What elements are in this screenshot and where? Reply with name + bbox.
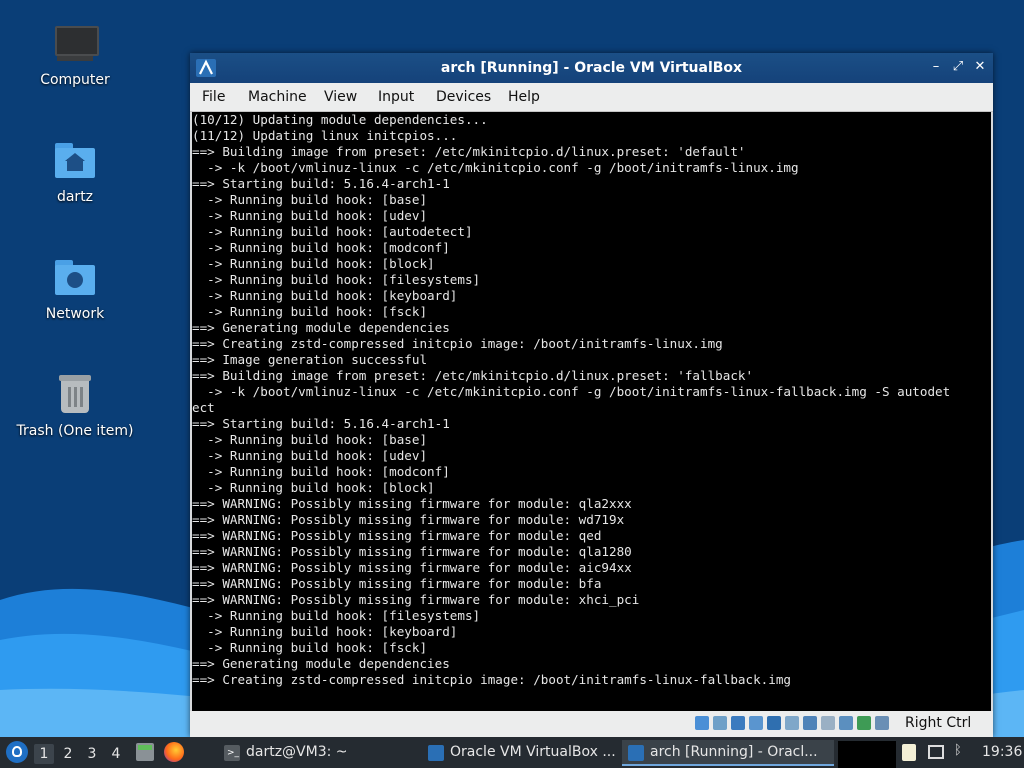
desktop-icon-label: Computer [40, 72, 110, 88]
home-folder-icon [51, 137, 99, 185]
vm-console-display[interactable]: (10/12) Updating module dependencies...(… [192, 112, 991, 711]
minimize-button[interactable]: – [928, 59, 944, 75]
optical-drive-icon[interactable] [713, 716, 727, 730]
close-button[interactable]: ✕ [972, 59, 988, 75]
menu-devices[interactable]: Devices [436, 89, 491, 105]
console-line: ==> Building image from preset: /etc/mki… [192, 368, 754, 383]
workspace-3[interactable]: 3 [82, 744, 102, 764]
desktop-icon-network[interactable]: Network [10, 254, 140, 322]
desktop-icon-computer[interactable]: Computer [10, 20, 140, 88]
console-line: ect [192, 400, 215, 415]
mouse-integration-icon[interactable] [857, 716, 871, 730]
task-label: Oracle VM VirtualBox ... [450, 744, 616, 760]
workspace-1[interactable]: 1 [34, 744, 54, 764]
window-title: arch [Running] - Oracle VM VirtualBox [440, 60, 743, 76]
console-line: ==> WARNING: Possibly missing firmware f… [192, 560, 632, 575]
task-vm-running[interactable]: arch [Running] - Oracl... [622, 740, 834, 766]
video-capture-icon[interactable] [821, 716, 835, 730]
clipboard-icon[interactable] [902, 744, 916, 761]
desktop-icon-label: dartz [56, 189, 94, 205]
task-label: dartz@VM3: ~ [246, 744, 348, 760]
menubar: File Machine View Input Devices Help [190, 83, 993, 112]
console-line: ==> Starting build: 5.16.4-arch1-1 [192, 176, 450, 191]
host-key-label[interactable]: Right Ctrl [905, 715, 971, 731]
virtualbox-icon [428, 745, 444, 761]
clock[interactable]: 19:36 [982, 744, 1022, 760]
usb-icon[interactable] [767, 716, 781, 730]
console-line: (10/12) Updating module dependencies... [192, 112, 488, 127]
console-line: -> -k /boot/vmlinuz-linux -c /etc/mkinit… [192, 160, 799, 175]
desktop-icon-trash[interactable]: Trash (One item) [10, 371, 140, 439]
console-line: ==> Generating module dependencies [192, 656, 450, 671]
console-line: -> Running build hook: [udev] [192, 448, 428, 463]
desktop-icon-label: Trash (One item) [16, 423, 134, 439]
console-line: ==> WARNING: Possibly missing firmware f… [192, 512, 625, 527]
console-line: -> Running build hook: [base] [192, 432, 428, 447]
console-line: -> Running build hook: [autodetect] [192, 224, 473, 239]
hard-disk-icon[interactable] [695, 716, 709, 730]
task-terminal[interactable]: >_ dartz@VM3: ~ [218, 740, 416, 766]
console-line: -> -k /boot/vmlinuz-linux -c /etc/mkinit… [192, 384, 951, 399]
console-line: ==> Creating zstd-compressed initcpio im… [192, 672, 791, 687]
display-icon[interactable] [803, 716, 817, 730]
console-line: ==> Image generation successful [192, 352, 428, 367]
console-line: -> Running build hook: [fsck] [192, 640, 428, 655]
network-folder-icon [51, 254, 99, 302]
menu-input[interactable]: Input [378, 89, 414, 105]
terminal-icon: >_ [224, 745, 240, 761]
console-output: (10/12) Updating module dependencies...(… [192, 112, 991, 688]
taskbar: 1 2 3 4 >_ dartz@VM3: ~ Oracle VM Virtua… [0, 737, 1024, 768]
console-line: ==> WARNING: Possibly missing firmware f… [192, 544, 632, 559]
desktop-icon-home[interactable]: dartz [10, 137, 140, 205]
restore-button[interactable]: ⤢ [950, 59, 966, 75]
window-titlebar[interactable]: arch [Running] - Oracle VM VirtualBox – … [190, 53, 993, 83]
virtualbox-icon [628, 745, 644, 761]
console-line: -> Running build hook: [udev] [192, 208, 428, 223]
console-line: ==> Creating zstd-compressed initcpio im… [192, 336, 723, 351]
console-line: ==> Generating module dependencies [192, 320, 450, 335]
task-label: arch [Running] - Oracl... [650, 744, 818, 760]
desktop: Computer dartz Network Trash (One item) [0, 0, 1024, 737]
trash-icon [51, 371, 99, 419]
file-manager-launcher-icon[interactable] [136, 743, 154, 761]
workspace-2[interactable]: 2 [58, 744, 78, 764]
tray-spacer [838, 741, 896, 768]
console-line: -> Running build hook: [modconf] [192, 464, 450, 479]
computer-icon [51, 20, 99, 68]
bluetooth-icon[interactable]: ᛒ [954, 743, 968, 759]
console-line: -> Running build hook: [keyboard] [192, 288, 458, 303]
console-line: ==> WARNING: Possibly missing firmware f… [192, 592, 640, 607]
console-line: ==> Starting build: 5.16.4-arch1-1 [192, 416, 450, 431]
menu-file[interactable]: File [202, 89, 225, 105]
menu-machine[interactable]: Machine [248, 89, 307, 105]
keyboard-icon[interactable] [875, 716, 889, 730]
network-icon[interactable] [749, 716, 763, 730]
console-line: -> Running build hook: [filesystems] [192, 272, 481, 287]
task-virtualbox-manager[interactable]: Oracle VM VirtualBox ... [422, 740, 618, 766]
console-line: ==> WARNING: Possibly missing firmware f… [192, 496, 632, 511]
console-line: ==> WARNING: Possibly missing firmware f… [192, 576, 602, 591]
console-line: -> Running build hook: [base] [192, 192, 428, 207]
console-line: -> Running build hook: [block] [192, 480, 435, 495]
console-line: -> Running build hook: [filesystems] [192, 608, 481, 623]
workspace-4[interactable]: 4 [106, 744, 126, 764]
console-line: -> Running build hook: [block] [192, 256, 435, 271]
console-line: ==> WARNING: Possibly missing firmware f… [192, 528, 602, 543]
console-line: -> Running build hook: [modconf] [192, 240, 450, 255]
vm-status-bar: Right Ctrl [190, 711, 993, 737]
audio-icon[interactable] [731, 716, 745, 730]
virtualbox-vm-window: arch [Running] - Oracle VM VirtualBox – … [190, 53, 993, 737]
menu-view[interactable]: View [324, 89, 357, 105]
console-line: (11/12) Updating linux initcpios... [192, 128, 458, 143]
cpu-icon[interactable] [839, 716, 853, 730]
console-line: -> Running build hook: [keyboard] [192, 624, 458, 639]
console-line: ==> Building image from preset: /etc/mki… [192, 144, 746, 159]
firefox-launcher-icon[interactable] [164, 742, 184, 762]
shared-folder-icon[interactable] [785, 716, 799, 730]
desktop-icon-label: Network [45, 306, 105, 322]
network-wired-icon[interactable] [928, 745, 944, 759]
console-line: -> Running build hook: [fsck] [192, 304, 428, 319]
menu-help[interactable]: Help [508, 89, 540, 105]
start-menu-button[interactable] [6, 741, 28, 763]
